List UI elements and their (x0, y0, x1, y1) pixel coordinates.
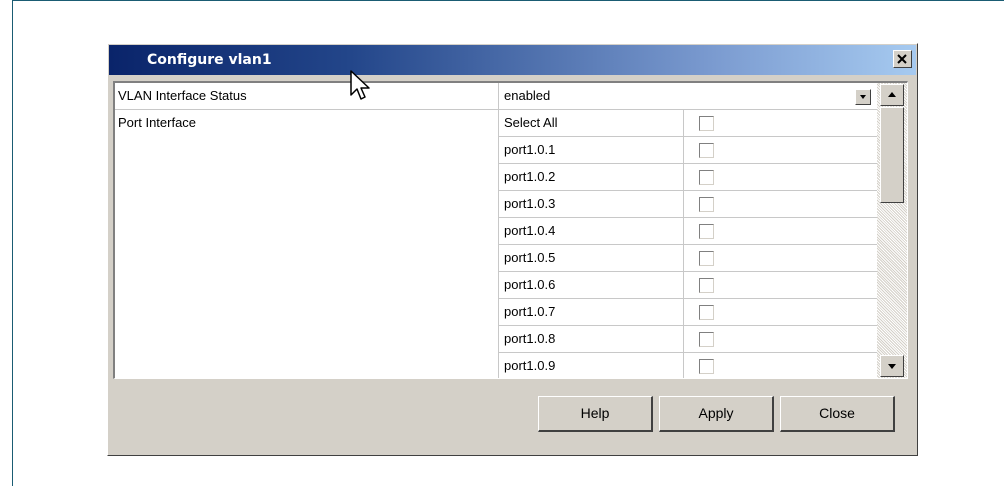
port-label: port1.0.4 (504, 223, 556, 238)
port-row: port1.0.7 (498, 299, 877, 326)
status-row: VLAN Interface Status enabled (115, 83, 877, 110)
dialog-titlebar[interactable]: Configure vlan1 (109, 45, 916, 75)
port-label: port1.0.3 (504, 196, 556, 211)
apply-button[interactable]: Apply (659, 396, 774, 432)
port-row: port1.0.5 (498, 245, 877, 272)
configure-dialog: Configure vlan1 VLAN Interface Status en… (107, 43, 918, 456)
port-label: Select All (504, 115, 558, 130)
port-row: port1.0.6 (498, 272, 877, 299)
port-checkbox[interactable] (699, 305, 714, 320)
port-label: port1.0.9 (504, 358, 556, 373)
dialog-title: Configure vlan1 (147, 52, 272, 68)
port-label: port1.0.8 (504, 331, 556, 346)
port-label: port1.0.2 (504, 169, 556, 184)
port-row: port1.0.4 (498, 218, 877, 245)
status-label: VLAN Interface Status (118, 88, 247, 103)
port-checkbox[interactable] (699, 143, 714, 158)
mouse-pointer-icon (350, 70, 372, 104)
help-button[interactable]: Help (538, 396, 653, 432)
close-icon[interactable] (893, 50, 912, 68)
port-checkbox[interactable] (699, 170, 714, 185)
settings-table: VLAN Interface Status enabled Port Inter… (113, 81, 908, 379)
port-checkbox[interactable] (699, 197, 714, 212)
port-row: port1.0.2 (498, 164, 877, 191)
port-checkbox[interactable] (699, 278, 714, 293)
port-row: port1.0.9 (498, 353, 877, 378)
port-row: port1.0.8 (498, 326, 877, 353)
port-checkbox[interactable] (699, 359, 714, 374)
port-checkbox[interactable] (699, 332, 714, 347)
settings-grid: VLAN Interface Status enabled Port Inter… (115, 83, 877, 378)
port-label: port1.0.6 (504, 277, 556, 292)
scrollbar-thumb[interactable] (880, 107, 904, 203)
status-value[interactable]: enabled (504, 88, 550, 103)
port-checkbox[interactable] (699, 224, 714, 239)
chevron-down-icon[interactable] (855, 89, 871, 105)
port-label: port1.0.7 (504, 304, 556, 319)
port-interface-label: Port Interface (118, 115, 197, 130)
port-label: port1.0.1 (504, 142, 556, 157)
port-row: port1.0.1 (498, 137, 877, 164)
scroll-down-icon[interactable] (880, 355, 904, 377)
port-checkbox[interactable] (699, 116, 714, 131)
close-button[interactable]: Close (780, 396, 895, 432)
port-checkbox[interactable] (699, 251, 714, 266)
port-row: Select All (498, 110, 877, 137)
port-label: port1.0.5 (504, 250, 556, 265)
scroll-up-icon[interactable] (880, 84, 904, 106)
vertical-scrollbar[interactable] (877, 83, 907, 378)
port-row: port1.0.3 (498, 191, 877, 218)
